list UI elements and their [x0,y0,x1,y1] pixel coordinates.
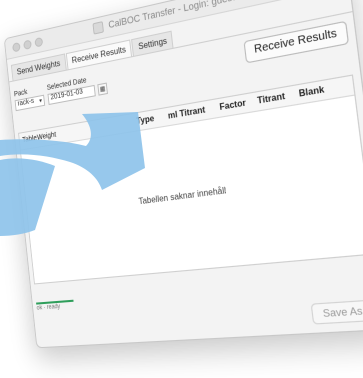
column-header-blank[interactable]: Blank [298,84,325,99]
chevron-down-icon: ▾ [39,98,43,105]
column-header-titrant[interactable]: Titrant [257,91,286,106]
pack-select-value: rack-s [17,97,35,108]
pack-label: Pack [13,88,28,99]
screenshot-stage: CalBOC Transfer - Login: guest Send Weig… [0,0,363,378]
app-icon [92,21,104,35]
column-header-ml-titrant[interactable]: ml Titrant [167,105,205,121]
app-window: CalBOC Transfer - Login: guest Send Weig… [3,0,363,349]
column-header-type[interactable]: Type [136,114,155,127]
table-empty-placeholder: Tabellen saknar innehåll [138,185,227,207]
status-text: ok · ready [36,303,61,312]
column-header-factor[interactable]: Factor [219,98,246,112]
status-bar: ok · ready [36,296,120,316]
column-header-weight[interactable]: Weight [37,131,57,141]
column-header-table[interactable]: Table [22,135,37,144]
calendar-icon[interactable]: ▦ [97,82,108,96]
save-as-button[interactable]: Save As... [311,298,363,325]
